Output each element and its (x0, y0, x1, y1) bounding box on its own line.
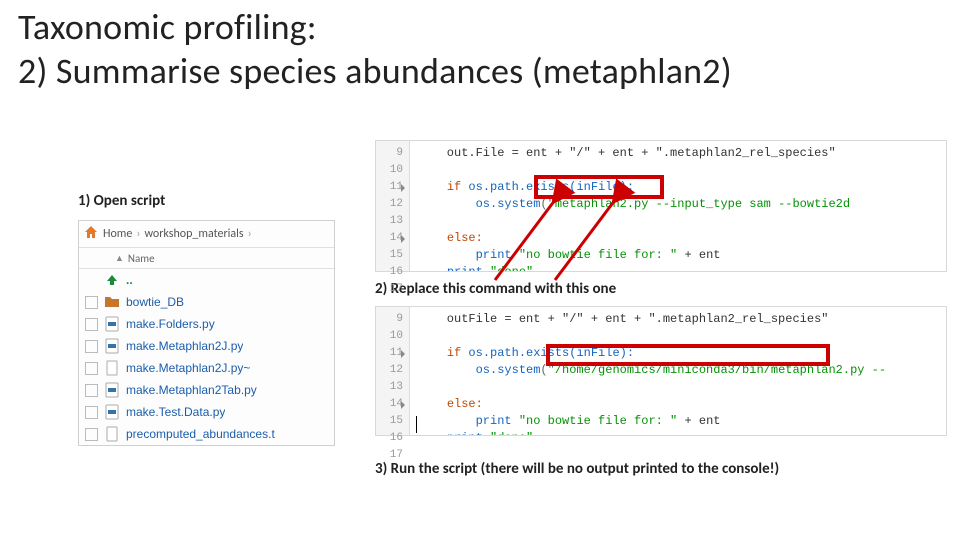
line-gutter: 9 10 11 12 13 14 15 16 17 (376, 141, 410, 271)
list-item[interactable]: make.Metaphlan2J.py~ (79, 357, 334, 379)
line-number: 11 (376, 345, 403, 362)
breadcrumb-sep: › (136, 227, 140, 241)
str-done: "done" (490, 265, 533, 271)
fn-print2: print (447, 431, 483, 435)
highlight-box-before (534, 175, 664, 199)
checkbox[interactable] (85, 384, 98, 397)
python-file-icon (104, 316, 120, 332)
file-browser: Home › workshop_materials › ▲ Name .. (78, 220, 335, 446)
step-1-label: 1) Open script (78, 192, 165, 210)
text-cursor-icon (416, 416, 417, 433)
list-item[interactable]: bowtie_DB (79, 291, 334, 313)
file-name: make.Folders.py (126, 317, 215, 331)
file-icon (104, 426, 120, 442)
line-number: 15 (376, 247, 403, 264)
file-icon (104, 360, 120, 376)
sort-asc-icon: ▲ (115, 253, 124, 264)
fn-print2: print (447, 265, 483, 271)
slide-title: Taxonomic profiling: 2) Summarise specie… (18, 6, 732, 94)
line-number: 16 (376, 264, 403, 281)
list-item-up-label: .. (126, 273, 133, 287)
title-line-2: 2) Summarise species abundances (metaphl… (18, 49, 732, 93)
file-list: .. bowtie_DB make.Folders.py (79, 269, 334, 445)
file-name: precomputed_abundances.t (126, 427, 275, 441)
code-line: outFile = ent + "/" + ent + ".metaphlan2… (418, 312, 828, 326)
line-number: 9 (376, 311, 403, 328)
line-number: 16 (376, 430, 403, 447)
highlight-box-after (546, 344, 830, 366)
step-2-label: 2) Replace this command with this one (375, 280, 616, 298)
file-name: make.Metaphlan2Tab.py (126, 383, 257, 397)
line-number: 17 (376, 447, 403, 464)
python-file-icon (104, 338, 120, 354)
checkbox[interactable] (85, 428, 98, 441)
line-gutter: 9 10 11 12 13 14 15 16 17 (376, 307, 410, 435)
line-number: 15 (376, 413, 403, 430)
line-number: 10 (376, 328, 403, 345)
kw-if: if (447, 346, 461, 360)
fn-print: print (476, 414, 512, 428)
line-number: 9 (376, 145, 403, 162)
line-number: 10 (376, 162, 403, 179)
kw-else: else: (447, 397, 483, 411)
line-number: 13 (376, 379, 403, 396)
fn-ossystem: os.system (476, 197, 541, 211)
breadcrumb-folder[interactable]: workshop_materials (144, 227, 243, 241)
up-arrow-icon (104, 272, 120, 288)
plus-ent: + ent (677, 414, 720, 428)
column-name: Name (128, 252, 155, 265)
list-item[interactable]: make.Metaphlan2Tab.py (79, 379, 334, 401)
fn-print: print (476, 248, 512, 262)
code-editor-after: 9 10 11 12 13 14 15 16 17 outFile = ent … (375, 306, 947, 436)
code-line: out.File = ent + "/" + ent + ".metaphlan… (418, 146, 836, 160)
code-body[interactable]: outFile = ent + "/" + ent + ".metaphlan2… (410, 307, 946, 435)
checkbox[interactable] (85, 296, 98, 309)
file-name: make.Metaphlan2J.py~ (126, 361, 250, 375)
line-number: 13 (376, 213, 403, 230)
line-number: 17 (376, 281, 403, 298)
line-number: 14 (376, 396, 403, 413)
file-name: bowtie_DB (126, 295, 184, 309)
checkbox[interactable] (85, 340, 98, 353)
breadcrumb-home[interactable]: Home (103, 227, 132, 241)
line-number: 12 (376, 362, 403, 379)
list-item[interactable]: precomputed_abundances.t (79, 423, 334, 445)
file-name: make.Test.Data.py (126, 405, 225, 419)
line-number: 14 (376, 230, 403, 247)
checkbox[interactable] (85, 318, 98, 331)
checkbox[interactable] (85, 406, 98, 419)
file-name: make.Metaphlan2J.py (126, 339, 243, 353)
list-item[interactable]: make.Metaphlan2J.py (79, 335, 334, 357)
annotation-arrows (555, 200, 715, 280)
str-nobowtie: "no bowtie file for: " (519, 414, 677, 428)
breadcrumb-sep-2: › (248, 227, 252, 241)
cmd-tail: -- (864, 363, 886, 377)
line-number: 11 (376, 179, 403, 196)
step-3-label: 3) Run the script (there will be no outp… (375, 460, 779, 478)
breadcrumb: Home › workshop_materials › (79, 221, 334, 248)
column-header[interactable]: ▲ Name (79, 248, 334, 269)
fn-ossystem: os.system (476, 363, 541, 377)
folder-icon (104, 294, 120, 310)
list-item[interactable]: make.Folders.py (79, 313, 334, 335)
title-line-1: Taxonomic profiling: (18, 5, 317, 49)
home-icon[interactable] (83, 224, 99, 244)
python-file-icon (104, 382, 120, 398)
list-item[interactable]: make.Test.Data.py (79, 401, 334, 423)
str-done: "done" (490, 431, 533, 435)
slide-root: Taxonomic profiling: 2) Summarise specie… (0, 0, 960, 540)
checkbox[interactable] (85, 362, 98, 375)
line-number: 12 (376, 196, 403, 213)
kw-if: if (447, 180, 461, 194)
kw-else: else: (447, 231, 483, 245)
python-file-icon (104, 404, 120, 420)
list-item-up[interactable]: .. (79, 269, 334, 291)
